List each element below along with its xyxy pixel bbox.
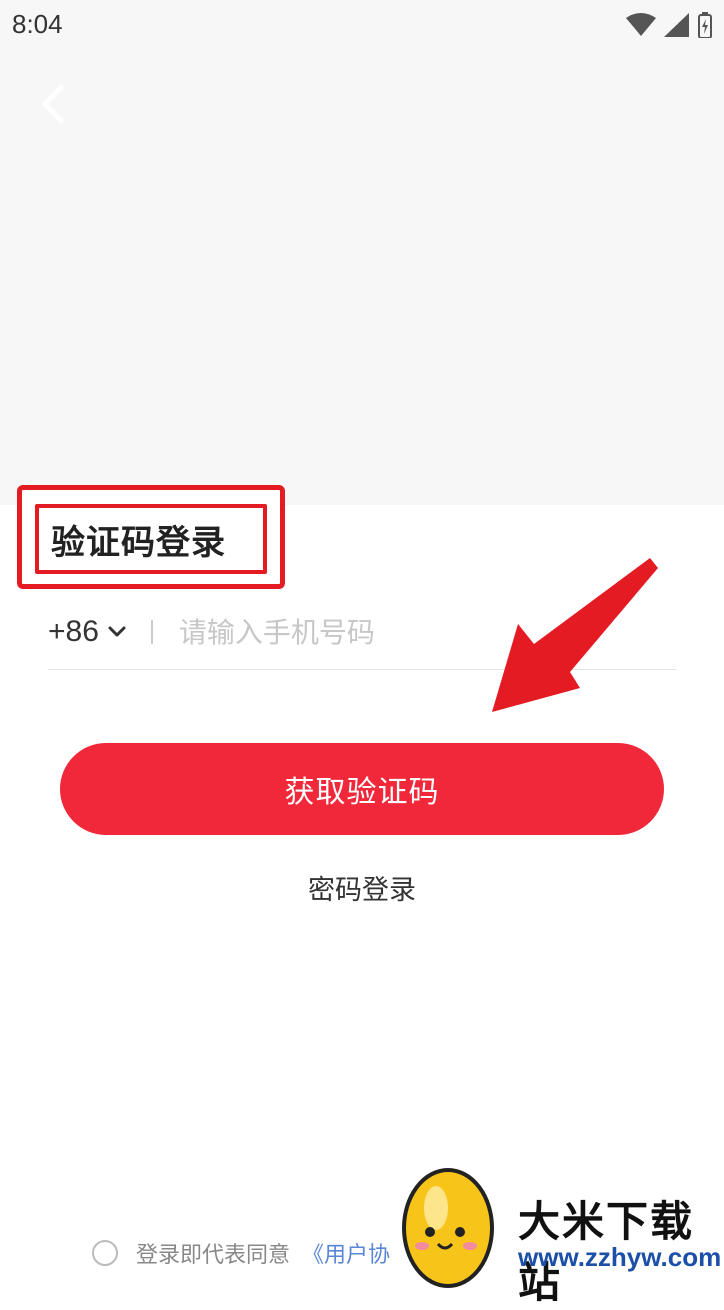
status-time: 8:04 [12,9,63,39]
battery-icon [698,12,712,38]
cellular-icon [664,13,689,37]
get-code-button[interactable]: 获取验证码 [60,743,664,835]
agreement-row: 登录即代表同意 《用户协 [92,1236,390,1270]
password-login-link[interactable]: 密码登录 [0,868,724,907]
country-code-value: +86 [48,615,99,648]
watermark: 大米下载站 www.zzhyw.com [398,1160,724,1307]
agree-radio[interactable] [92,1240,118,1266]
wifi-icon [626,13,656,36]
status-bar: 8:04 [0,0,724,50]
back-button[interactable] [30,80,74,128]
status-icons [626,12,712,38]
watermark-url: www.zzhyw.com [518,1242,722,1272]
chevron-down-icon [108,626,126,637]
user-agreement-link[interactable]: 《用户协 [302,1237,390,1269]
annotation-arrow-icon [492,558,658,712]
input-divider [150,620,153,644]
watermark-logo-icon [402,1168,494,1288]
page-title-text: 验证码登录 [51,522,226,563]
agreement-text: 登录即代表同意 [136,1243,291,1268]
chevron-left-icon [42,84,64,124]
hero-area [0,50,724,505]
page-title: 验证码登录 [35,504,267,574]
country-code-select[interactable]: +86 [48,595,127,669]
